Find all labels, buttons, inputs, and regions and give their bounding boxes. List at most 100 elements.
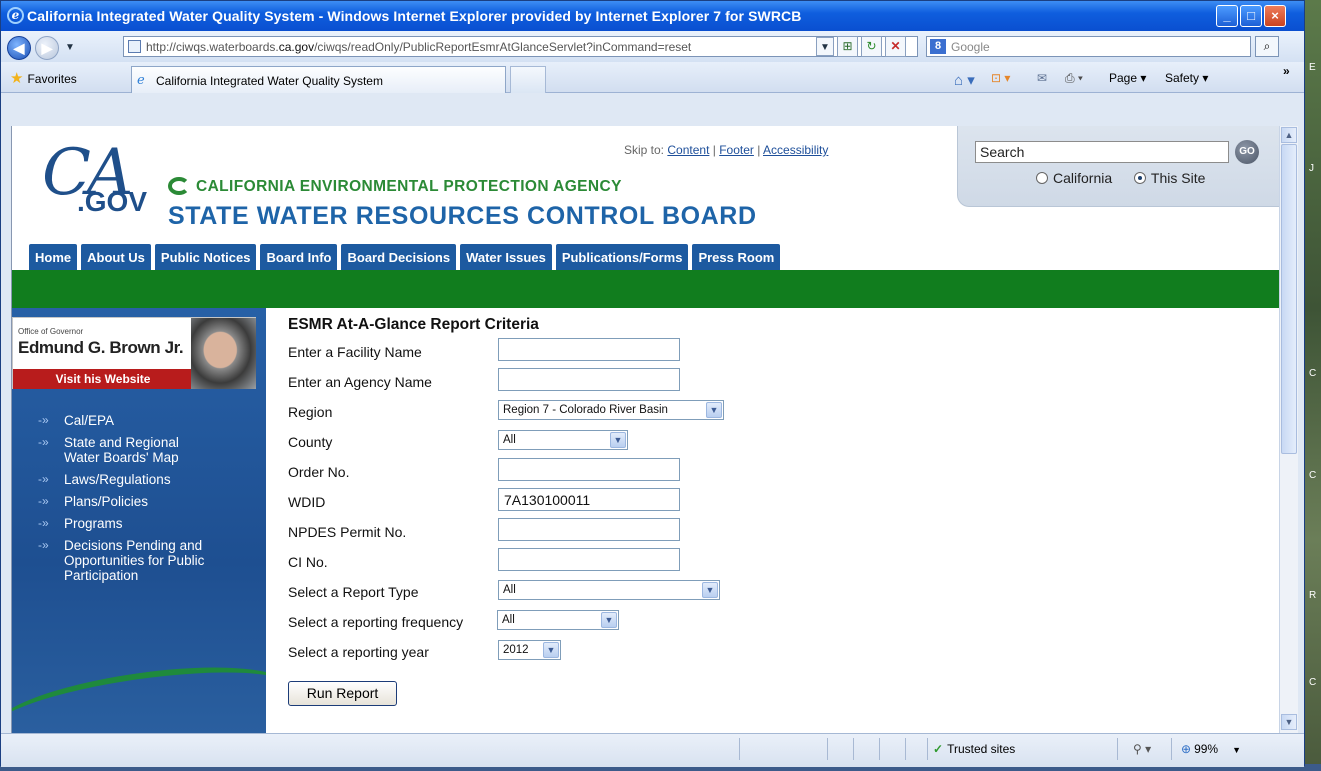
agency-name-input[interactable] (498, 368, 680, 391)
checkmark-icon: ✓ (933, 742, 944, 756)
radio-this-site[interactable] (1133, 172, 1146, 184)
main-nav: Home About Us Public Notices Board Info … (29, 244, 784, 270)
home-icon[interactable]: ⌂ ▾ (954, 71, 975, 89)
ca-gov-logo-text: .GOV (77, 186, 148, 217)
region-select[interactable]: Region 7 - Colorado River Basin ▼ (498, 400, 724, 420)
desktop-char: C (1309, 470, 1317, 481)
nav-about-us[interactable]: About Us (81, 244, 151, 270)
year-select[interactable]: 2012 ▼ (498, 640, 561, 660)
new-tab-button[interactable] (510, 66, 546, 93)
safety-menu[interactable]: Safety ▾ (1165, 71, 1208, 85)
ie-tab-icon: e (137, 73, 145, 88)
governor-photo (191, 318, 256, 389)
governor-banner[interactable]: Office of Governor Edmund G. Brown Jr. V… (12, 317, 256, 389)
skip-label: Skip to: (624, 143, 665, 157)
left-nav-plans[interactable]: Plans/Policies (38, 494, 238, 509)
zoom-icon: ⊕ (1181, 742, 1192, 756)
wdid-input[interactable] (498, 488, 680, 511)
search-icon[interactable]: ⌕ (1255, 36, 1279, 57)
nav-publications-forms[interactable]: Publications/Forms (555, 244, 689, 270)
back-button[interactable]: ◀ (7, 36, 31, 60)
radio-california-label: California (1053, 170, 1113, 186)
left-nav-programs[interactable]: Programs (38, 516, 238, 531)
frequency-select[interactable]: All ▼ (497, 610, 619, 630)
favorites-bar: ★ Favorites e California Integrated Water… (1, 62, 1304, 93)
left-nav-laws[interactable]: Laws/Regulations (38, 472, 238, 487)
protected-mode-icon[interactable]: ⚲ ▾ (1133, 742, 1151, 756)
decorative-swoosh (12, 652, 266, 733)
history-dropdown-icon[interactable]: ▼ (65, 42, 75, 53)
status-divider (739, 738, 740, 760)
scroll-thumb[interactable] (1281, 144, 1297, 454)
mail-icon[interactable]: ✉ (1037, 71, 1047, 85)
favorites-label: Favorites (27, 72, 77, 86)
status-divider (827, 738, 828, 760)
ci-no-input[interactable] (498, 548, 680, 571)
zoom-dropdown-icon[interactable]: ▼ (1232, 745, 1241, 755)
skip-footer-link[interactable]: Footer (719, 143, 754, 157)
vertical-scrollbar[interactable]: ▲ ▼ (1279, 126, 1298, 733)
left-nav-water-boards-map[interactable]: State and Regional Water Boards' Map (38, 435, 198, 465)
address-toolbar: ◀ ▶ ▼ http://ciwqs.waterboards.ca.gov/ci… (1, 31, 1304, 62)
chevron-more-icon[interactable]: » (1283, 64, 1290, 78)
favorites-button[interactable]: ★ Favorites (10, 69, 77, 87)
nav-public-notices[interactable]: Public Notices (154, 244, 257, 270)
print-icon[interactable]: ⎙ ▾ (1065, 71, 1083, 86)
tab-current[interactable]: e California Integrated Water Quality Sy… (131, 66, 506, 93)
site-search-input[interactable] (975, 141, 1229, 163)
board-name: STATE WATER RESOURCES CONTROL BOARD (168, 202, 757, 230)
go-button[interactable]: GO (1235, 140, 1259, 164)
region-value: Region 7 - Colorado River Basin (503, 404, 668, 416)
nav-home[interactable]: Home (29, 244, 78, 270)
run-report-button[interactable]: Run Report (288, 681, 397, 706)
scroll-up-icon[interactable]: ▲ (1281, 127, 1297, 143)
county-select[interactable]: All ▼ (498, 430, 628, 450)
nav-press-room[interactable]: Press Room (692, 244, 781, 270)
left-nav-decisions[interactable]: Decisions Pending and Opportunities for … (38, 538, 238, 583)
left-nav-calepa[interactable]: Cal/EPA (38, 413, 238, 428)
maximize-button[interactable]: □ (1240, 5, 1262, 27)
order-no-input[interactable] (498, 458, 680, 481)
nav-board-decisions[interactable]: Board Decisions (341, 244, 457, 270)
page-content: CA .GOV CALIFORNIA ENVIRONMENTAL PROTECT… (11, 126, 1279, 733)
chevron-down-icon: ▼ (543, 642, 559, 658)
url-domain: ca.gov (278, 40, 315, 54)
skip-accessibility-link[interactable]: Accessibility (763, 143, 828, 157)
zone-label: Trusted sites (947, 742, 1016, 756)
governor-name: Edmund G. Brown Jr. (18, 338, 184, 357)
ci-row: CI No. (288, 548, 680, 578)
refresh-icon[interactable]: ↻ (861, 36, 882, 57)
url-input[interactable]: http://ciwqs.waterboards.ca.gov/ciwqs/re… (123, 36, 918, 57)
page-menu[interactable]: Page ▾ (1109, 71, 1146, 85)
skip-content-link[interactable]: Content (667, 143, 709, 157)
minimize-button[interactable]: _ (1216, 5, 1238, 27)
zoom-value: 99% (1194, 742, 1219, 756)
zoom-control[interactable]: ⊕ 99% ▼ (1181, 742, 1241, 756)
feeds-icon[interactable]: ⊡ ▾ (991, 71, 1010, 85)
security-zone[interactable]: ✓ Trusted sites (933, 742, 1015, 756)
url-dropdown-icon[interactable]: ▼ (816, 37, 834, 56)
report-type-select[interactable]: All ▼ (498, 580, 720, 600)
npdes-permit-input[interactable] (498, 518, 680, 541)
green-band (12, 270, 1279, 308)
county-label: County (288, 434, 333, 450)
scroll-down-icon[interactable]: ▼ (1281, 714, 1297, 730)
governor-website-link[interactable]: Visit his Website (13, 369, 193, 389)
desktop-char: C (1309, 677, 1317, 688)
form-title: ESMR At-A-Glance Report Criteria (288, 316, 539, 333)
facility-name-input[interactable] (498, 338, 680, 361)
nav-water-issues[interactable]: Water Issues (460, 244, 552, 270)
report-type-value: All (503, 584, 516, 596)
status-divider (879, 738, 880, 760)
calepa-logo-icon (168, 177, 190, 195)
nav-board-info[interactable]: Board Info (260, 244, 338, 270)
npdes-label: NPDES Permit No. (288, 524, 407, 540)
radio-california[interactable] (1036, 172, 1048, 184)
forward-button[interactable]: ▶ (35, 36, 59, 60)
stop-icon[interactable]: ✕ (885, 36, 906, 57)
close-button[interactable]: × (1264, 5, 1286, 27)
compatibility-icon[interactable]: ⊞ (837, 36, 858, 57)
url-suffix: /ciwqs/readOnly/PublicReportEsmrAtGlance… (314, 40, 692, 54)
frequency-label: Select a reporting frequency (288, 614, 464, 630)
search-input[interactable]: 8 Google (926, 36, 1251, 57)
